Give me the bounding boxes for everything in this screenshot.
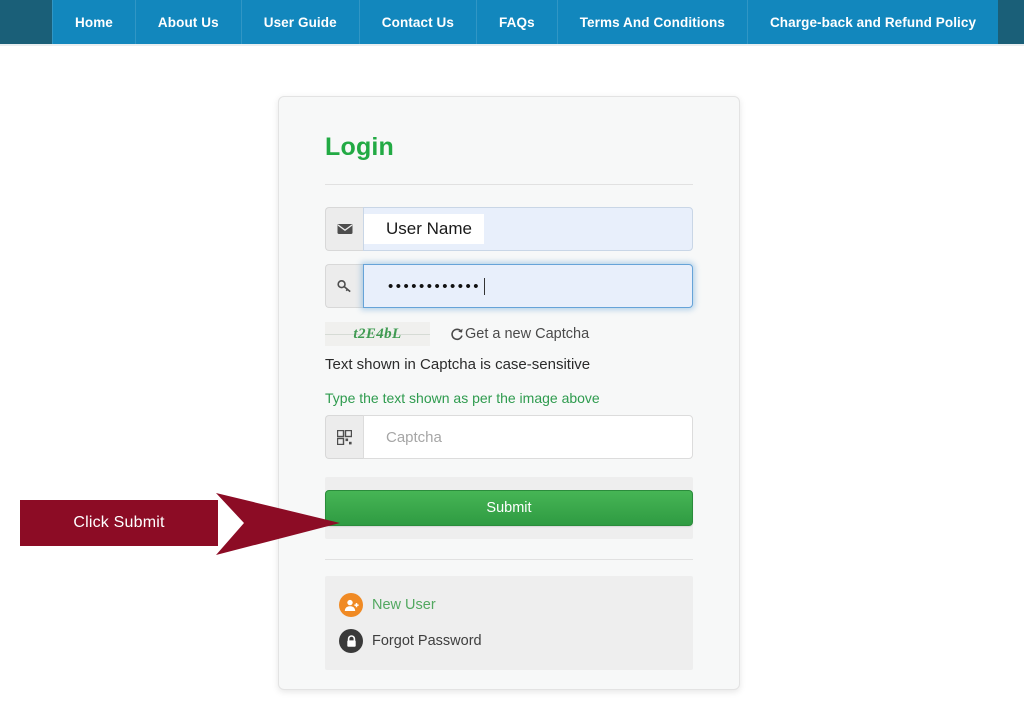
nav-item-contact-us[interactable]: Contact Us <box>360 0 478 44</box>
captcha-row: t2E4bL Get a new Captcha <box>325 321 693 347</box>
page-title: Login <box>325 133 395 161</box>
add-user-icon <box>339 593 363 617</box>
nav-bottom-divider <box>0 44 1024 46</box>
nav-item-about-us[interactable]: About Us <box>136 0 242 44</box>
login-card-body: Login User Name •••••••••••• t2E4bL Get … <box>279 97 739 670</box>
password-masked-value: •••••••••••• <box>376 265 680 307</box>
captcha-input-placeholder: Captcha <box>386 428 442 446</box>
captcha-image: t2E4bL <box>325 322 430 346</box>
lock-icon <box>339 629 363 653</box>
nav-left-edge <box>0 0 52 44</box>
key-icon <box>325 264 363 308</box>
footer-links-box: New User Forgot Password <box>325 576 693 670</box>
nav-item-faqs[interactable]: FAQs <box>477 0 558 44</box>
refresh-icon <box>450 327 464 341</box>
forgot-password-link[interactable]: Forgot Password <box>339 626 679 656</box>
forgot-password-label: Forgot Password <box>372 633 482 649</box>
username-input-value: User Name <box>364 214 484 244</box>
username-input-group[interactable]: User Name <box>325 207 693 251</box>
annotation-arrow-icon <box>216 493 340 555</box>
captcha-input-group[interactable]: Captcha <box>325 415 693 459</box>
text-cursor <box>484 277 486 295</box>
nav-item-home[interactable]: Home <box>52 0 136 44</box>
submit-button-container: Submit <box>325 477 693 539</box>
new-user-label: New User <box>372 597 436 613</box>
title-divider <box>325 184 693 185</box>
annotation-callout-box: Click Submit <box>20 500 218 546</box>
get-new-captcha-label: Get a new Captcha <box>465 326 590 342</box>
qr-code-icon <box>325 415 363 459</box>
envelope-icon <box>325 207 363 251</box>
captcha-input[interactable]: Captcha <box>363 415 693 459</box>
captcha-instruction-note: Type the text shown as per the image abo… <box>325 390 600 406</box>
nav-items-container: Home About Us User Guide Contact Us FAQs… <box>52 0 999 44</box>
nav-item-charge-back-refund-policy[interactable]: Charge-back and Refund Policy <box>748 0 998 44</box>
password-input[interactable]: •••••••••••• <box>363 264 693 308</box>
annotation-callout-label: Click Submit <box>73 514 165 531</box>
submit-button[interactable]: Submit <box>325 490 693 526</box>
nav-right-edge <box>998 0 1024 44</box>
nav-item-terms-and-conditions[interactable]: Terms And Conditions <box>558 0 748 44</box>
footer-divider <box>325 559 693 560</box>
get-new-captcha-link[interactable]: Get a new Captcha <box>450 326 589 342</box>
password-input-group[interactable]: •••••••••••• <box>325 264 693 308</box>
username-input[interactable]: User Name <box>363 207 693 251</box>
captcha-case-sensitive-note: Text shown in Captcha is case-sensitive <box>325 356 591 373</box>
login-card: Login User Name •••••••••••• t2E4bL Get … <box>278 96 740 690</box>
top-navigation-bar: Home About Us User Guide Contact Us FAQs… <box>0 0 1024 44</box>
nav-item-user-guide[interactable]: User Guide <box>242 0 360 44</box>
new-user-link[interactable]: New User <box>339 590 679 620</box>
